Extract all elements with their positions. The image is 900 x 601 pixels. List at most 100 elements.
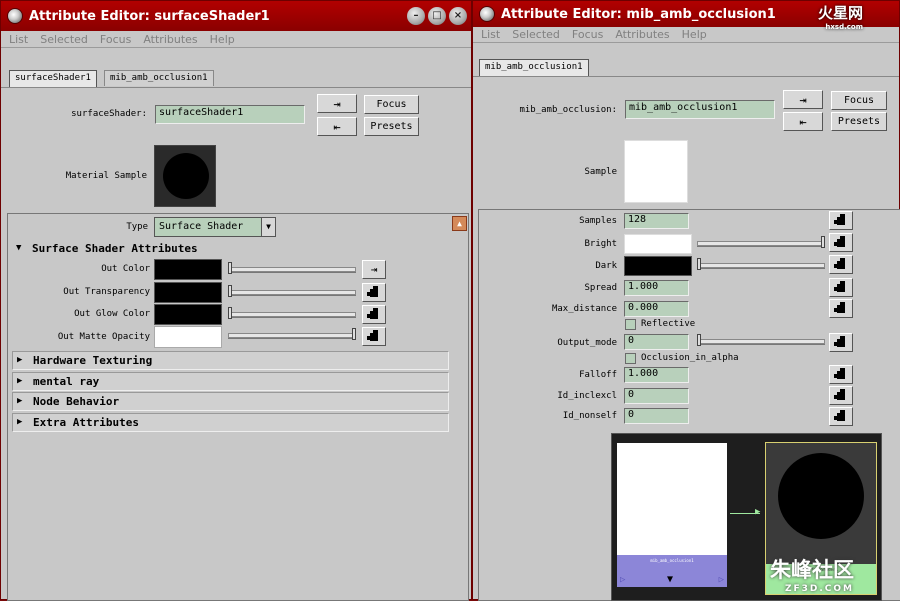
focus-button[interactable]: Focus bbox=[364, 95, 419, 114]
close-button[interactable]: × bbox=[449, 7, 467, 25]
attr-label-id-nonself: Id_nonself bbox=[562, 411, 617, 421]
attr-label-out-glow-color: Out Glow Color bbox=[74, 309, 150, 319]
menu-help[interactable]: Help bbox=[210, 33, 235, 46]
samples-map-button[interactable] bbox=[829, 211, 853, 230]
input-connection-button[interactable]: ⇥ bbox=[317, 94, 357, 113]
bright-map-button[interactable] bbox=[829, 233, 853, 252]
occlusion-in-alpha-checkbox[interactable] bbox=[625, 353, 636, 364]
out-glow-color-swatch[interactable] bbox=[154, 304, 222, 325]
samples-field[interactable]: 128 bbox=[624, 213, 689, 229]
attr-label-id-inclexcl: Id_inclexcl bbox=[557, 391, 617, 401]
checker-map-icon bbox=[834, 280, 845, 292]
out-glow-color-map-button[interactable] bbox=[362, 305, 386, 324]
input-connection-button[interactable]: ⇥ bbox=[783, 90, 823, 109]
connection-arrow-icon: ▶ bbox=[755, 507, 761, 517]
spread-map-button[interactable] bbox=[829, 278, 853, 297]
slider-handle[interactable] bbox=[821, 236, 825, 248]
menu-help[interactable]: Help bbox=[682, 28, 707, 41]
type-dropdown-value: Surface Shader bbox=[159, 221, 244, 232]
title-bar[interactable]: Attribute Editor: surfaceShader1 – □ × bbox=[1, 1, 471, 31]
slider-handle[interactable] bbox=[228, 262, 232, 274]
output-mode-map-button[interactable] bbox=[829, 333, 853, 352]
attr-label-falloff: Falloff bbox=[579, 370, 617, 380]
slider-handle[interactable] bbox=[228, 285, 232, 297]
section-surface-shader-attributes[interactable]: ▼ Surface Shader Attributes bbox=[12, 240, 449, 259]
menu-list[interactable]: List bbox=[481, 28, 500, 41]
slider-handle[interactable] bbox=[697, 258, 701, 270]
section-node-behavior[interactable]: ▶ Node Behavior bbox=[12, 392, 449, 411]
menu-focus[interactable]: Focus bbox=[100, 33, 131, 46]
id-inclexcl-field[interactable]: 0 bbox=[624, 388, 689, 404]
node-name-field[interactable]: surfaceShader1 bbox=[155, 105, 305, 124]
slider-handle[interactable] bbox=[697, 334, 701, 346]
menu-list[interactable]: List bbox=[9, 33, 28, 46]
out-glow-color-slider[interactable] bbox=[228, 307, 356, 319]
out-transparency-slider[interactable] bbox=[228, 285, 356, 297]
menu-selected[interactable]: Selected bbox=[512, 28, 560, 41]
minimize-button[interactable]: – bbox=[407, 7, 425, 25]
output-mode-slider[interactable] bbox=[697, 334, 825, 346]
out-matte-opacity-map-button[interactable] bbox=[362, 327, 386, 346]
maya-window-icon bbox=[479, 6, 495, 22]
out-color-slider[interactable] bbox=[228, 262, 356, 274]
falloff-field[interactable]: 1.000 bbox=[624, 367, 689, 383]
attribute-editor-window-left: Attribute Editor: surfaceShader1 – □ × L… bbox=[0, 0, 472, 601]
max-distance-field[interactable]: 0.000 bbox=[624, 301, 689, 317]
section-hardware-texturing[interactable]: ▶ Hardware Texturing bbox=[12, 351, 449, 370]
menu-focus[interactable]: Focus bbox=[572, 28, 603, 41]
menu-attributes[interactable]: Attributes bbox=[143, 33, 197, 46]
node-name-label: surfaceShader: bbox=[71, 109, 147, 119]
occlusion-in-alpha-label: Occlusion_in_alpha bbox=[641, 353, 739, 363]
dark-slider[interactable] bbox=[697, 258, 825, 270]
input-port-icon: ▷ bbox=[620, 575, 626, 585]
output-connection-button[interactable]: ⇤ bbox=[317, 117, 357, 136]
max-distance-map-button[interactable] bbox=[829, 299, 853, 318]
checker-map-icon bbox=[834, 235, 845, 247]
checker-map-icon bbox=[367, 285, 378, 297]
maximize-button[interactable]: □ bbox=[428, 7, 446, 25]
output-port-icon: ▷ bbox=[718, 575, 724, 585]
focus-button[interactable]: Focus bbox=[831, 91, 887, 110]
input-arrow-icon: ⇥ bbox=[333, 96, 341, 111]
attr-label-bright: Bright bbox=[584, 239, 617, 249]
tab-mib-amb-occlusion1[interactable]: mib_amb_occlusion1 bbox=[479, 59, 589, 76]
hypershade-node-occlusion[interactable]: mib_amb_occlusion1 ▷ ▼ ▷ bbox=[617, 443, 727, 587]
id-nonself-field[interactable]: 0 bbox=[624, 408, 689, 424]
dark-map-button[interactable] bbox=[829, 255, 853, 274]
output-mode-field[interactable]: 0 bbox=[624, 334, 689, 350]
attr-label-spread: Spread bbox=[584, 283, 617, 293]
sample-label: Sample bbox=[584, 167, 617, 177]
slider-handle[interactable] bbox=[352, 328, 356, 340]
menu-selected[interactable]: Selected bbox=[40, 33, 88, 46]
bright-slider[interactable] bbox=[697, 236, 825, 248]
reflective-checkbox[interactable] bbox=[625, 319, 636, 330]
id-nonself-map-button[interactable] bbox=[829, 407, 853, 426]
tab-surfaceshader1[interactable]: surfaceShader1 bbox=[9, 70, 97, 87]
out-matte-opacity-slider[interactable] bbox=[228, 328, 356, 340]
reflective-label: Reflective bbox=[641, 319, 696, 329]
attr-label-out-transparency: Out Transparency bbox=[63, 287, 150, 297]
out-color-map-button[interactable]: ⇥ bbox=[362, 260, 386, 279]
output-arrow-icon: ⇤ bbox=[799, 114, 807, 129]
spread-field[interactable]: 1.000 bbox=[624, 280, 689, 296]
out-transparency-swatch[interactable] bbox=[154, 282, 222, 303]
collapse-up-icon[interactable]: ▲ bbox=[452, 216, 467, 231]
output-connection-button[interactable]: ⇤ bbox=[783, 112, 823, 131]
id-inclexcl-map-button[interactable] bbox=[829, 386, 853, 405]
node-name-field[interactable]: mib_amb_occlusion1 bbox=[625, 100, 775, 119]
out-matte-opacity-swatch[interactable] bbox=[154, 326, 222, 348]
menu-attributes[interactable]: Attributes bbox=[615, 28, 669, 41]
section-extra-attributes[interactable]: ▶ Extra Attributes bbox=[12, 413, 449, 432]
slider-handle[interactable] bbox=[228, 307, 232, 319]
dark-swatch[interactable] bbox=[624, 256, 692, 276]
bright-swatch[interactable] bbox=[624, 234, 692, 254]
checker-map-icon bbox=[367, 329, 378, 341]
type-dropdown[interactable]: Surface Shader ▼ bbox=[154, 217, 276, 237]
tab-mib-amb-occlusion1[interactable]: mib_amb_occlusion1 bbox=[104, 70, 214, 86]
presets-button[interactable]: Presets bbox=[831, 112, 887, 131]
falloff-map-button[interactable] bbox=[829, 365, 853, 384]
out-color-swatch[interactable] bbox=[154, 259, 222, 280]
section-mental-ray[interactable]: ▶ mental ray bbox=[12, 372, 449, 391]
out-transparency-map-button[interactable] bbox=[362, 283, 386, 302]
presets-button[interactable]: Presets bbox=[364, 117, 419, 136]
